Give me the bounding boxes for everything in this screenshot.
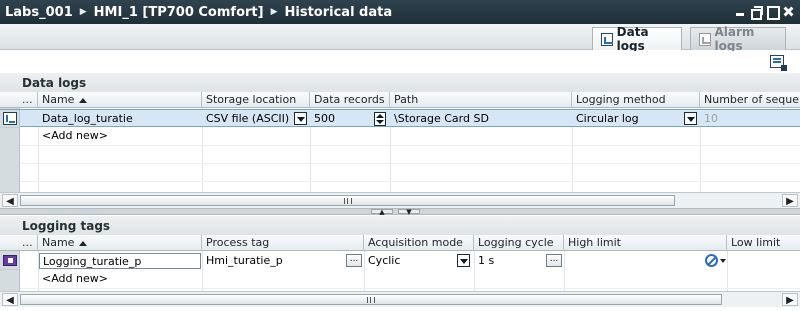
sort-ascending-icon	[79, 97, 88, 103]
logging-cycle-value[interactable]: 1 s	[474, 252, 544, 270]
breadcrumb-project[interactable]: Labs_001	[5, 5, 73, 20]
data-records-value[interactable]: 500	[310, 110, 372, 128]
tab-alarm-logs-label: Alarm logs	[714, 25, 755, 53]
row-divider	[20, 288, 800, 289]
data-logs-section-title: Data logs	[0, 73, 800, 92]
panel-splitter[interactable]: ▲ ▼	[0, 208, 800, 216]
table-row[interactable]: Data_log_turatie CSV file (ASCII) 500 \S…	[0, 109, 800, 128]
editor-titlebar: Labs_001 ▶ HMI_1 [TP700 Comfort] ▶ Histo…	[0, 0, 800, 24]
number-of-sequences-value[interactable]: 10	[700, 110, 800, 128]
sort-ascending-icon	[79, 240, 88, 246]
scroll-right-icon[interactable]: ▶	[782, 194, 798, 207]
collapse-up-icon[interactable]: ▲	[371, 209, 393, 216]
logging-tags-horizontal-scrollbar[interactable]: ◀ ▶	[0, 291, 800, 307]
add-new-row[interactable]: <Add new>	[0, 127, 800, 145]
column-header-logging-cycle[interactable]: Logging cycle	[474, 235, 564, 251]
logging-tag-name-input[interactable]: Logging_turatie_p	[39, 253, 201, 269]
low-limit-value[interactable]	[727, 252, 800, 270]
acquisition-mode-dropdown[interactable]	[457, 254, 470, 267]
column-header-name[interactable]: Name	[38, 92, 202, 108]
column-header-name-label: Name	[42, 236, 75, 249]
process-tag-browse-button[interactable]: ...	[346, 254, 362, 267]
scrollbar-thumb[interactable]	[20, 294, 722, 305]
float-window-icon[interactable]	[766, 5, 780, 20]
acquisition-mode-value[interactable]: Cyclic	[364, 252, 456, 270]
logging-method-dropdown[interactable]	[684, 112, 697, 125]
logging-tags-table: ... Name Process tag Acquisition mode Lo…	[0, 235, 800, 291]
data-logs-horizontal-scrollbar[interactable]: ◀ ▶	[0, 192, 800, 208]
breadcrumb: Labs_001 ▶ HMI_1 [TP700 Comfort] ▶ Histo…	[0, 5, 392, 20]
column-header-data-records[interactable]: Data records ...	[310, 92, 390, 108]
close-icon[interactable]	[782, 5, 794, 18]
tab-data-logs-label: Data logs	[616, 25, 649, 53]
column-header-low-limit[interactable]: Low limit	[727, 235, 800, 251]
table-header: ... Name Storage location Data records .…	[0, 92, 800, 108]
column-header-more[interactable]: ...	[20, 92, 38, 108]
path-value[interactable]: \Storage Card SD	[390, 110, 572, 128]
column-header-more[interactable]: ...	[20, 235, 38, 251]
data-logs-table: ... Name Storage location Data records .…	[0, 92, 800, 192]
no-limit-icon[interactable]	[705, 254, 727, 268]
breadcrumb-separator-icon: ▶	[270, 7, 278, 17]
row-divider	[20, 163, 800, 164]
storage-location-dropdown[interactable]	[294, 112, 307, 125]
grip-icon	[343, 198, 352, 204]
toolbar	[0, 51, 800, 73]
logging-method-value[interactable]: Circular log	[572, 110, 682, 128]
column-header-acquisition-mode[interactable]: Acquisition mode	[364, 235, 474, 251]
table-row[interactable]: Logging_turatie_p Hmi_turatie_p ... Cycl…	[0, 252, 800, 270]
column-header-name[interactable]: Name	[38, 235, 202, 251]
row-selector[interactable]	[0, 252, 20, 270]
add-new-data-log[interactable]: <Add new>	[38, 127, 202, 145]
data-records-spinner[interactable]	[374, 112, 386, 126]
scroll-left-icon[interactable]: ◀	[2, 194, 18, 207]
scroll-right-icon[interactable]: ▶	[782, 293, 798, 306]
table-header: ... Name Process tag Acquisition mode Lo…	[0, 235, 800, 251]
grip-icon	[367, 297, 375, 303]
tab-bar: Data logs Alarm logs	[0, 24, 800, 53]
column-header-name-label: Name	[42, 93, 75, 106]
column-header-number-of-sequences[interactable]: Number of seque...	[700, 92, 800, 108]
row-divider	[20, 181, 800, 182]
logging-cycle-browse-button[interactable]: ...	[546, 254, 562, 267]
logging-tag-icon	[3, 255, 17, 266]
logging-tags-section-title: Logging tags	[0, 216, 800, 235]
high-limit-value[interactable]	[564, 252, 727, 270]
add-new-logging-tag[interactable]: <Add new>	[38, 270, 202, 288]
column-header-storage-location[interactable]: Storage location	[202, 92, 310, 108]
row-selector[interactable]	[0, 110, 20, 128]
scrollbar-thumb[interactable]	[20, 195, 675, 206]
row-divider	[20, 145, 800, 146]
restore-icon[interactable]	[750, 5, 763, 20]
export-icon[interactable]	[770, 55, 787, 71]
column-header-logging-method[interactable]: Logging method	[572, 92, 700, 108]
breadcrumb-device[interactable]: HMI_1 [TP700 Comfort]	[94, 5, 264, 20]
storage-location-value[interactable]: CSV file (ASCII)	[202, 110, 294, 128]
data-log-icon	[601, 32, 613, 46]
window-controls	[734, 5, 794, 20]
add-new-row[interactable]: <Add new>	[0, 270, 800, 288]
collapse-down-icon[interactable]: ▼	[398, 209, 420, 216]
column-header-process-tag[interactable]: Process tag	[202, 235, 364, 251]
breadcrumb-page: Historical data	[284, 4, 393, 20]
tab-data-logs[interactable]: Data logs	[592, 25, 682, 53]
process-tag-value[interactable]: Hmi_turatie_p	[202, 252, 342, 270]
data-log-name[interactable]: Data_log_turatie	[38, 110, 202, 128]
scroll-left-icon[interactable]: ◀	[2, 293, 18, 306]
data-log-icon	[3, 112, 17, 125]
alarm-log-icon	[699, 32, 711, 46]
column-header-high-limit[interactable]: High limit	[564, 235, 727, 251]
minimize-icon[interactable]	[734, 5, 746, 18]
column-header-path[interactable]: Path	[390, 92, 572, 108]
breadcrumb-separator-icon: ▶	[79, 7, 87, 17]
tab-alarm-logs[interactable]: Alarm logs	[690, 25, 786, 53]
